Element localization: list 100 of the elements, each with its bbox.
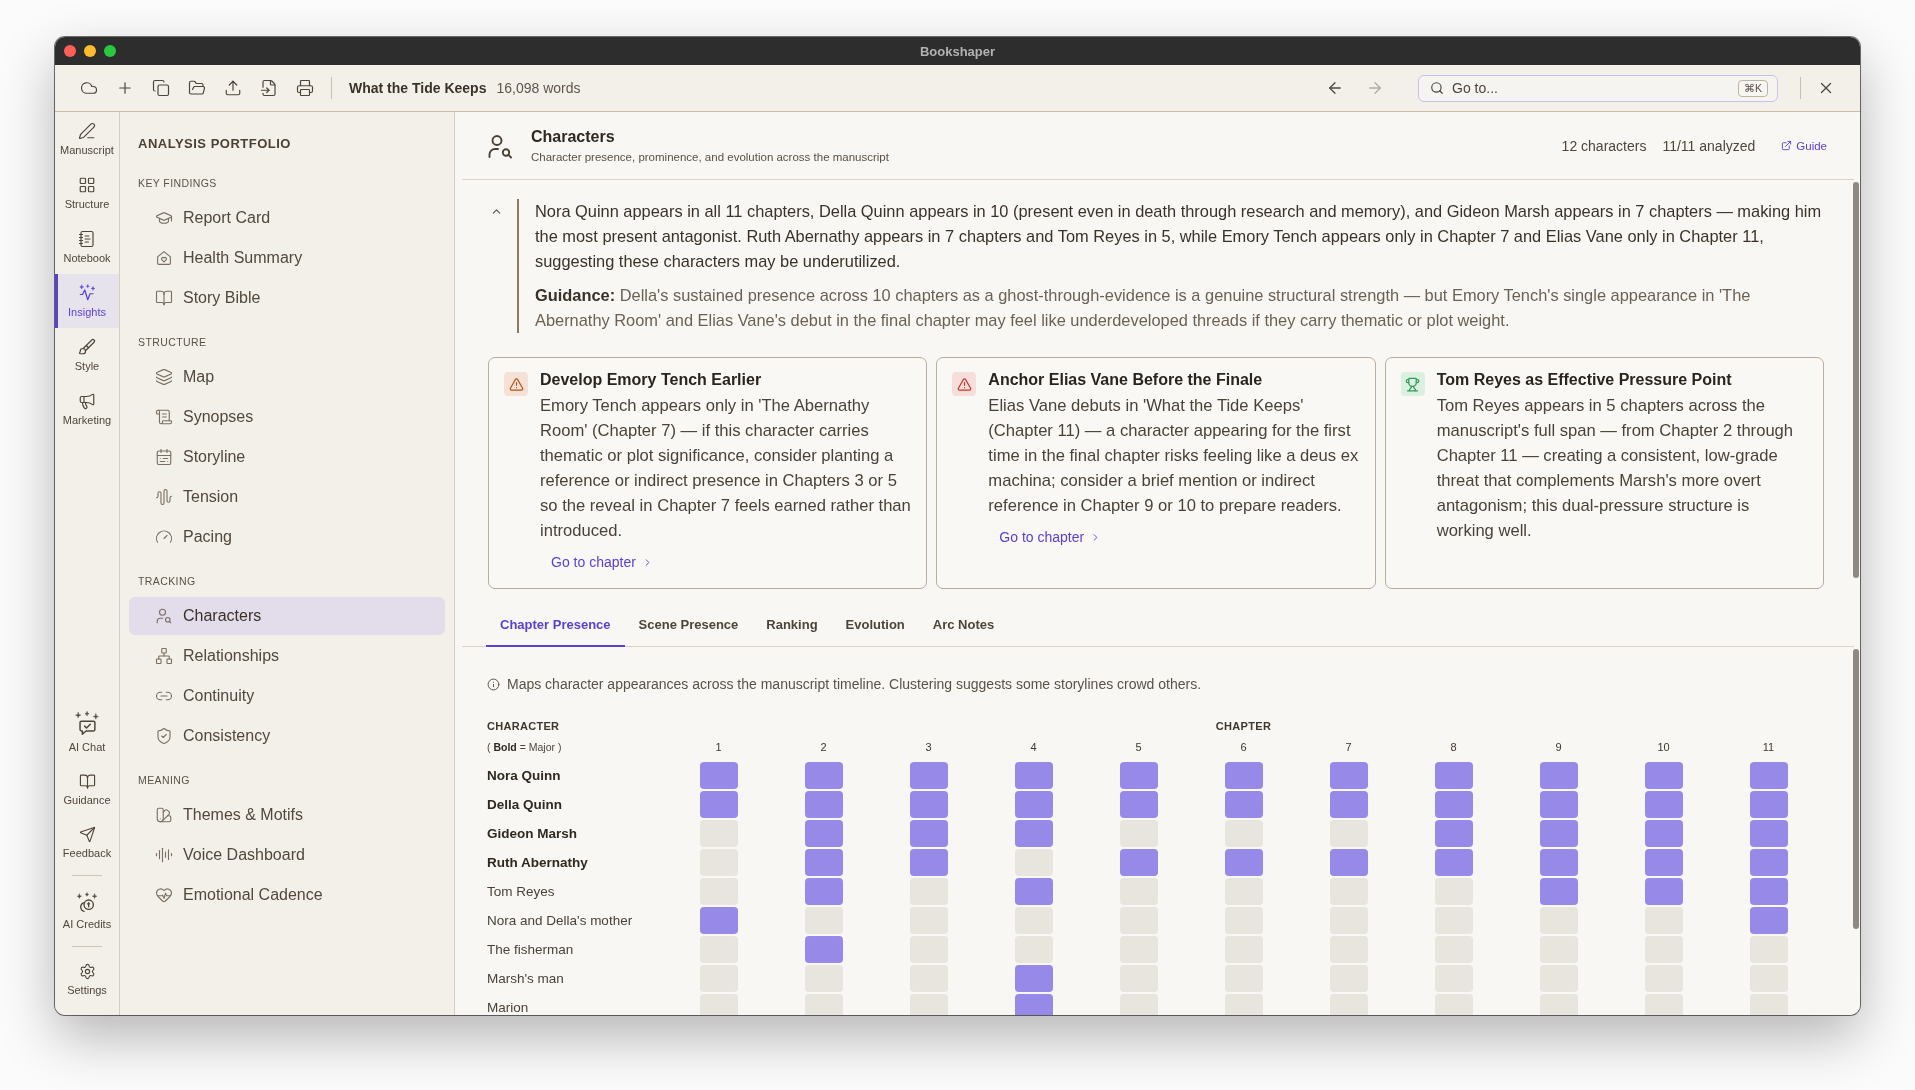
sidebar-item[interactable]: Synopses: [129, 398, 445, 436]
copy-icon: [152, 79, 170, 97]
rail-item[interactable]: Marketing: [55, 382, 119, 436]
section-heading: KEY FINDINGS: [137, 176, 218, 190]
character-name: Nora and Della's mother: [487, 912, 634, 929]
info-icon: [487, 677, 500, 691]
guidance-text: Guidance: Della's sustained presence across 10 chapters as a ghost-through-evidence is a genuine structural strength — but Emory Tench's single appearance in 'The Abernathy Room' and Elias Vane's debut in the final chapter may feel like underdeveloped threads if they carry thematic or plot weight.: [535, 285, 1752, 331]
sidebar-item[interactable]: Story Bible: [129, 279, 445, 317]
chapter-link[interactable]: Go to chapter: [999, 527, 1102, 547]
rail-item[interactable]: Structure: [55, 166, 119, 220]
chat-check-sparkle-icon: [74, 711, 100, 737]
sidebar-item[interactable]: Relationships: [129, 637, 445, 675]
sparkle-pulse-icon: [78, 284, 96, 302]
tab[interactable]: Scene Presence: [624, 603, 753, 647]
shield-check-icon: [155, 727, 173, 745]
grid-icon: [78, 176, 96, 194]
sidebar-item[interactable]: Emotional Cadence: [129, 876, 445, 914]
printer-icon: [296, 79, 314, 97]
open-book-icon: [78, 773, 96, 790]
character-name: Nora Quinn: [487, 767, 562, 784]
heart-pulse-icon: [155, 886, 173, 904]
maximize-window-button[interactable]: [104, 45, 116, 57]
column-heading: CHAPTER: [1215, 719, 1272, 733]
upload-icon: [224, 79, 242, 97]
guide-link[interactable]: Guide: [1781, 139, 1827, 152]
character-name: Gideon Marsh: [487, 825, 578, 842]
section-heading: STRUCTURE: [137, 335, 208, 349]
section-heading: MEANING: [137, 773, 191, 787]
open-book-icon: [155, 289, 173, 307]
coins-sparkle-icon: [76, 892, 98, 914]
gauge-icon: [155, 528, 173, 546]
megaphone-icon: [78, 392, 96, 410]
card-text: Elias Vane debuts in 'What the Tide Keeps' (Chapter 11) — a character appearing for the first time in the final chapter risks feeling like a deus ex machina; consider a brief mention or indirect reference in Chapter 9 or 10 to prepare readers.: [988, 395, 1360, 517]
rail-item[interactable]: Guidance: [55, 763, 119, 816]
sidebar-item[interactable]: Health Summary: [129, 239, 445, 277]
page-title: Characters: [531, 127, 616, 146]
graduation-cap-icon: [155, 209, 173, 227]
character-name: Della Quinn: [487, 796, 563, 813]
search-field[interactable]: Go to... ⌘K: [1418, 74, 1778, 102]
sidebar-item[interactable]: Storyline: [129, 438, 445, 476]
rail-item[interactable]: AI Chat: [55, 701, 119, 763]
scrollbar-thumb[interactable]: [1853, 182, 1859, 578]
chapter-number: 1: [715, 740, 722, 754]
send-icon: [78, 826, 96, 843]
external-link-icon: [1781, 140, 1793, 151]
card-text: Tom Reyes appears in 5 chapters across the manuscript's full span — from Chapter 2 through Chapter 11 — creating a consistent, low-grade threat that complements Marsh's more overt antagonism; this dual-pressure structure is working well.: [1436, 395, 1795, 542]
rail-item[interactable]: Settings: [55, 953, 119, 1006]
card-text: Emory Tench appears only in 'The Abernathy Room' (Chapter 7) — if this character carries thematic or plot significance, consider planting a reference or indirect presence in Chapters 3 or 5 so the reveal in Chapter 7 feels earned rather than introduced.: [540, 395, 912, 542]
chapter-number: 10: [1657, 740, 1670, 754]
legend-text: ( Bold = Major ): [487, 740, 563, 754]
warning-icon: [952, 372, 977, 396]
chapter-number: 3: [925, 740, 932, 754]
sidebar-item[interactable]: Voice Dashboard: [129, 836, 445, 874]
swatch-book-icon: [155, 806, 173, 824]
rail-item[interactable]: Feedback: [55, 816, 119, 869]
close-window-button[interactable]: [64, 45, 76, 57]
summary-text: Nora Quinn appears in all 11 chapters, Della Quinn appears in 10 (present even in death through research and memory), and Gideon Marsh appears in 7 chapters — making him the most present antagonist. Ruth Abernathy appears in 7 chapters and Tom Reyes in 5, while Emory Tench appears only in Chapter 7 and Elias Vane only in Chapter 11, suggesting these characters may be underutilized.: [535, 201, 1823, 272]
character-name: Tom Reyes: [487, 883, 556, 900]
arrow-right-icon: [1366, 79, 1384, 97]
card-title: Develop Emory Tench Earlier: [540, 370, 763, 390]
chapter-number: 9: [1555, 740, 1562, 754]
sidebar-item[interactable]: Continuity: [129, 677, 445, 715]
search-input[interactable]: Go to...: [1452, 80, 1730, 96]
scroll-icon: [155, 408, 173, 426]
sidebar-item[interactable]: Map: [129, 358, 445, 396]
calendar-icon: [155, 448, 173, 466]
pen-icon: [78, 122, 96, 140]
sidebar-item[interactable]: Tension: [129, 478, 445, 516]
person-search-icon: [155, 607, 173, 625]
person-search-icon: [487, 132, 513, 159]
rail-item[interactable]: Style: [55, 328, 119, 382]
word-count: 16,098 words: [496, 80, 581, 96]
minimize-window-button[interactable]: [84, 45, 96, 57]
tab[interactable]: Evolution: [831, 603, 919, 647]
scrollbar-thumb[interactable]: [1853, 649, 1859, 929]
sidebar-item[interactable]: Pacing: [129, 518, 445, 556]
warning-icon: [504, 372, 528, 396]
page-subtitle: Character presence, prominence, and evolution across the manuscript: [531, 150, 889, 164]
rail-item[interactable]: Notebook: [55, 220, 119, 274]
document-title: What the Tide Keeps: [349, 80, 487, 96]
sidebar-item[interactable]: Report Card: [129, 199, 445, 237]
sidebar-item[interactable]: Themes & Motifs: [129, 796, 445, 834]
rail-item[interactable]: AI Credits: [55, 882, 119, 940]
tab[interactable]: Ranking: [752, 603, 832, 647]
chapter-link[interactable]: Go to chapter: [551, 552, 653, 572]
sidebar-item[interactable]: Consistency: [129, 717, 445, 755]
tab[interactable]: Chapter Presence: [486, 603, 625, 647]
tab[interactable]: Arc Notes: [918, 603, 1009, 647]
house-heart-icon: [155, 249, 173, 267]
rail-item[interactable]: Insights: [55, 274, 119, 328]
chapter-number: 2: [820, 740, 827, 754]
rail-item[interactable]: Manuscript: [55, 112, 119, 166]
stat-text: 12 characters: [1561, 137, 1647, 154]
window-title: Bookshaper: [919, 43, 996, 59]
search-icon: [1430, 81, 1444, 95]
stat-text: 11/11 analyzed: [1662, 137, 1756, 154]
sidebar-title: ANALYSIS PORTFOLIO: [137, 136, 292, 152]
chapter-number: 8: [1450, 740, 1457, 754]
trophy-icon: [1400, 372, 1425, 396]
sidebar-item[interactable]: Characters: [129, 597, 445, 635]
